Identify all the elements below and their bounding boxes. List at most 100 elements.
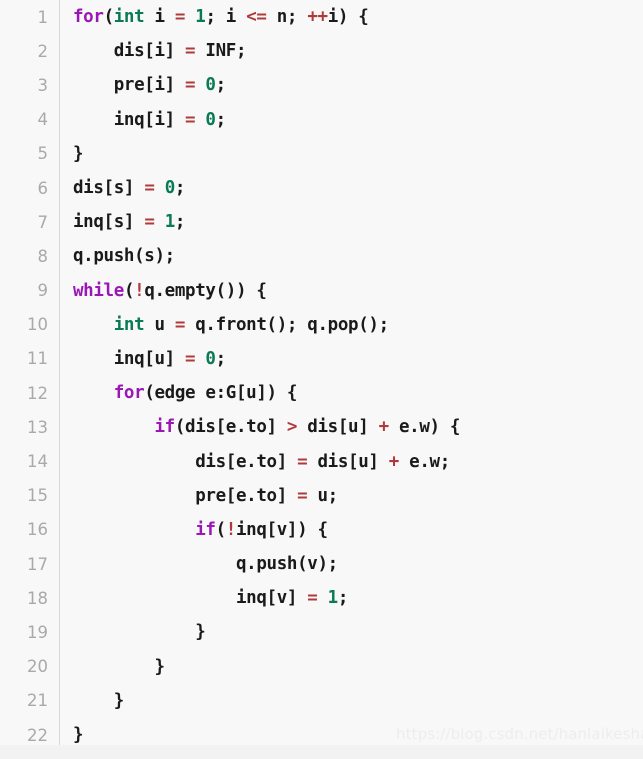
code-token-num: 0 — [164, 178, 176, 199]
code-line-content[interactable]: inq[u] = 0; — [60, 342, 643, 376]
code-line-content[interactable]: q.push(v); — [60, 547, 643, 581]
code-token-op: ! — [134, 280, 145, 301]
code-token-num: 1 — [327, 588, 339, 609]
page-bottom-spacer — [0, 745, 643, 759]
code-token-pl: ( — [215, 519, 227, 540]
code-token-pl: dis[i] — [73, 41, 186, 62]
code-token-op: = — [144, 178, 155, 199]
line-number: 2 — [0, 34, 60, 69]
code-token-num: 0 — [205, 75, 216, 96]
code-line-content[interactable]: if(dis[e.to] > dis[u] + e.w) { — [60, 410, 643, 444]
code-token-pl: u; — [307, 485, 338, 506]
code-token-pl: dis[u] — [297, 417, 379, 438]
code-line: 7 inq[s] = 1; — [0, 205, 643, 240]
code-line-content[interactable]: } — [60, 650, 643, 684]
code-line-content[interactable]: for(edge e:G[u]) { — [60, 376, 643, 410]
code-line-content[interactable]: inq[v] = 1; — [60, 581, 643, 615]
code-token-pl: dis[e.to] — [73, 451, 298, 472]
code-token-pl: i) { — [327, 7, 369, 28]
code-token-op: = — [174, 314, 186, 335]
code-token-op: <= — [246, 7, 267, 28]
code-line: 3 pre[i] = 0; — [0, 68, 643, 103]
code-token-op: + — [378, 417, 390, 438]
code-token-typ: int — [113, 7, 145, 28]
code-token-typ: int — [113, 314, 145, 335]
code-line-content[interactable]: for(int i = 1; i <= n; ++i) { — [60, 0, 643, 34]
line-number: 7 — [0, 205, 60, 240]
code-line: 13 if(dis[e.to] > dis[u] + e.w) { — [0, 410, 643, 445]
code-line: 21 } — [0, 683, 643, 718]
code-token-kw: if — [154, 417, 176, 438]
code-line-content[interactable]: inq[s] = 1; — [60, 205, 643, 239]
code-line: 20 } — [0, 649, 643, 684]
code-line-content[interactable]: int u = q.front(); q.pop(); — [60, 308, 643, 342]
line-number: 18 — [0, 581, 60, 616]
code-line: 14 dis[e.to] = dis[u] + e.w; — [0, 444, 643, 479]
code-token-pl: ; i — [205, 7, 247, 28]
line-number: 13 — [0, 410, 60, 445]
code-line: 8 q.push(s); — [0, 239, 643, 274]
code-line: 19 } — [0, 615, 643, 650]
code-token-kw: for — [113, 383, 145, 404]
code-token-op: ++ — [307, 7, 328, 28]
code-line-content[interactable]: while(!q.empty()) { — [60, 274, 643, 308]
line-number: 14 — [0, 444, 60, 479]
line-number: 11 — [0, 341, 60, 377]
code-token-pl: inq[i] — [73, 109, 186, 130]
code-token-op: = — [144, 212, 155, 233]
code-line: 15 pre[e.to] = u; — [0, 478, 643, 513]
code-token-pl: u — [144, 314, 175, 335]
code-line-content[interactable]: } — [60, 684, 643, 718]
line-number: 15 — [0, 478, 60, 513]
code-token-pl: (dis[e.to] — [174, 417, 287, 438]
code-line-content[interactable]: dis[s] = 0; — [60, 171, 643, 205]
code-token-pl: q.front(); q.pop(); — [185, 314, 389, 335]
line-number: 6 — [0, 170, 60, 206]
code-token-op: = — [185, 75, 196, 96]
line-number: 17 — [0, 547, 60, 582]
watermark-text: https://blog.csdn.net/hanlaikeshao — [396, 725, 643, 743]
code-line: 18 inq[v] = 1; — [0, 581, 643, 616]
code-line-content[interactable]: } — [60, 137, 643, 171]
code-token-pl: e.w) { — [388, 417, 461, 438]
code-token-pl: } — [73, 622, 206, 643]
code-token-pl: e.w; — [398, 451, 450, 472]
code-token-num: 0 — [205, 109, 216, 130]
code-token-op: = — [185, 109, 196, 130]
code-token-pl: inq[v]) { — [235, 519, 328, 540]
code-token-num: 1 — [164, 212, 176, 233]
code-line-content[interactable]: pre[i] = 0; — [60, 68, 643, 102]
line-number: 21 — [0, 683, 60, 718]
code-line-content[interactable]: q.push(s); — [60, 239, 643, 273]
code-token-pl: ( — [123, 280, 135, 301]
code-token-pl: q.empty()) { — [144, 280, 267, 301]
code-token-num: 0 — [205, 348, 216, 369]
code-line-content[interactable]: if(!inq[v]) { — [60, 513, 643, 547]
code-token-pl: ( — [103, 7, 115, 28]
code-listing: 1 for(int i = 1; i <= n; ++i) {2 dis[i] =… — [0, 0, 643, 745]
code-line-content[interactable]: dis[e.to] = dis[u] + e.w; — [60, 444, 643, 478]
code-line-content[interactable]: dis[i] = INF; — [60, 34, 643, 68]
code-token-pl: ; — [174, 178, 186, 199]
line-number: 3 — [0, 68, 60, 103]
code-line-content[interactable]: pre[e.to] = u; — [60, 479, 643, 513]
code-line: 12 for(edge e:G[u]) { — [0, 376, 643, 411]
code-token-pl: dis[u] — [307, 451, 389, 472]
code-token-kw: while — [73, 280, 124, 301]
code-line-content[interactable]: } — [60, 615, 643, 649]
code-token-kw: for — [73, 7, 104, 28]
code-line: 16 if(!inq[v]) { — [0, 512, 643, 547]
code-token-pl: inq[s] — [73, 212, 145, 233]
code-line: 10 int u = q.front(); q.pop(); — [0, 307, 643, 342]
line-number: 19 — [0, 615, 60, 650]
code-line-content[interactable]: inq[i] = 0; — [60, 103, 643, 137]
code-token-op: = — [297, 451, 308, 472]
code-line: 2 dis[i] = INF; — [0, 34, 643, 69]
code-block: 1 for(int i = 1; i <= n; ++i) {2 dis[i] =… — [0, 0, 643, 745]
